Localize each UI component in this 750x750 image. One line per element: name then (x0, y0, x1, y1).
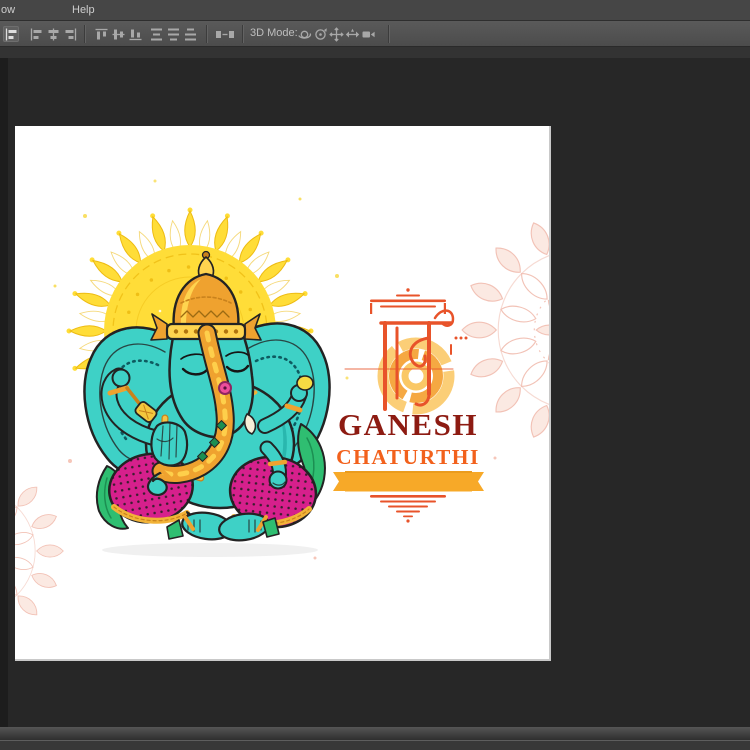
bottom-ornament-lines (370, 495, 446, 523)
shri-brush-circle (377, 337, 455, 415)
options-separator (242, 25, 244, 43)
align-bottom-edges-icon[interactable] (127, 26, 143, 42)
options-separator (84, 25, 86, 43)
toolbar-lower-strip (0, 46, 750, 58)
pan-3d-camera-icon[interactable] (328, 26, 344, 42)
align-left-icon[interactable] (28, 26, 44, 42)
document-canvas[interactable]: GANESH CHATURTHI (15, 126, 551, 661)
orbit-3d-camera-icon[interactable] (296, 26, 312, 42)
distribute-spacing-icon[interactable] (213, 26, 237, 42)
ribbon-banner (333, 471, 484, 492)
ganesha-front-palm (150, 421, 189, 467)
align-horizontal-centers-icon[interactable] (45, 26, 61, 42)
horizontal-scrollbar-track[interactable] (0, 727, 750, 740)
ganesh-chaturthi-artwork: GANESH CHATURTHI (15, 179, 549, 659)
greeting-subtitle: CHATURTHI (336, 445, 480, 469)
greeting-block: GANESH CHATURTHI (333, 288, 484, 523)
distribute-bottom-edges-icon[interactable] (182, 26, 198, 42)
roll-3d-camera-icon[interactable] (312, 26, 328, 42)
three-d-mode-label: 3D Mode: (250, 27, 298, 39)
align-vertical-centers-icon[interactable] (110, 26, 126, 42)
photoshop-window: { "menu_bar": { "items": [ {"label": "ow… (0, 0, 750, 750)
distribute-vertical-centers-icon[interactable] (165, 26, 181, 42)
menu-item-help[interactable]: Help (72, 0, 95, 20)
slide-3d-camera-icon[interactable] (344, 26, 360, 42)
zoom-3d-camera-icon[interactable] (360, 26, 376, 42)
align-left-edges-icon[interactable] (3, 26, 19, 42)
top-ornament-lines (370, 288, 446, 314)
align-right-edges-icon[interactable] (62, 26, 78, 42)
options-bar: 3D Mode: (0, 21, 750, 46)
figure-shadow (102, 543, 318, 557)
menu-bar: ow Help (0, 0, 750, 21)
menu-item-window-partial[interactable]: ow (1, 0, 15, 20)
status-bar (0, 740, 750, 750)
greeting-title: GANESH (338, 407, 478, 442)
options-separator (388, 25, 390, 43)
options-separator (206, 25, 208, 43)
bottom-left-mandala (15, 461, 63, 642)
distribute-top-edges-icon[interactable] (148, 26, 164, 42)
align-top-edges-icon[interactable] (93, 26, 109, 42)
panel-edge (0, 58, 8, 727)
